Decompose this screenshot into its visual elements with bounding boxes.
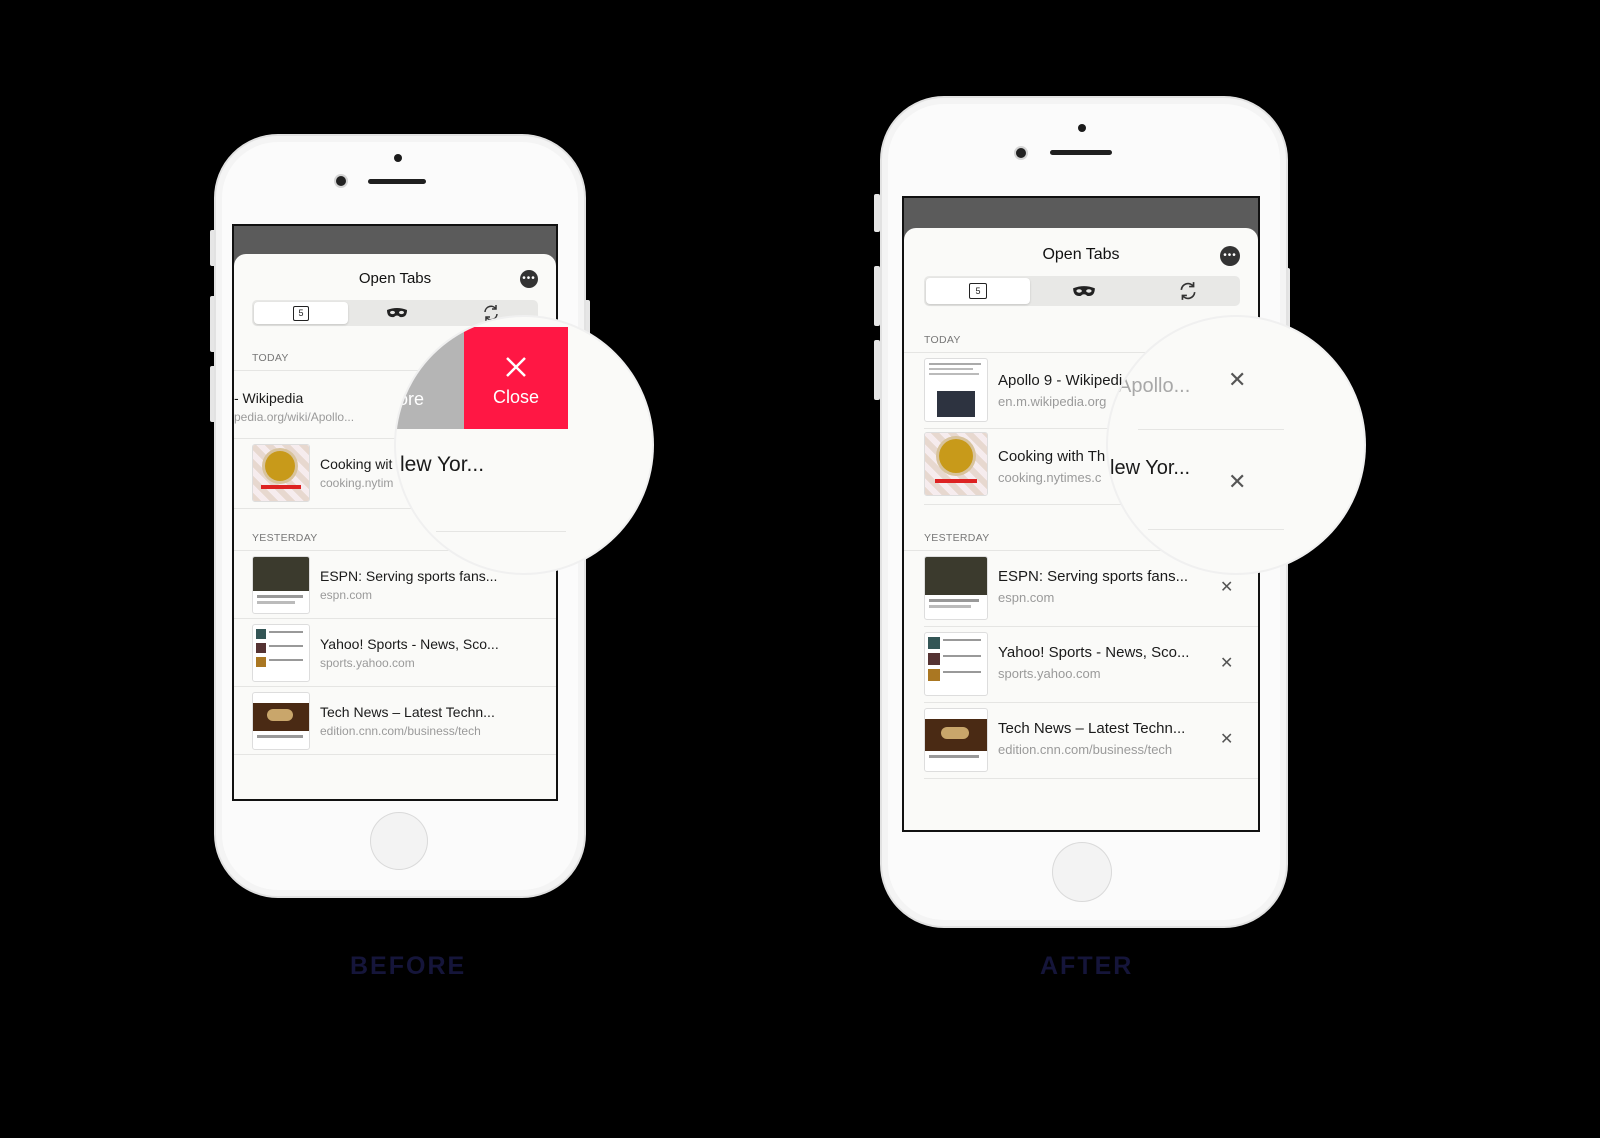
row-url: pedia.org/wiki/Apollo... <box>234 410 355 424</box>
tab-segmented-control: 5 <box>924 276 1240 306</box>
sports-thumb <box>252 556 310 614</box>
segment-synced-tabs[interactable] <box>1136 276 1240 306</box>
sheet-title: Open Tabs <box>1042 246 1120 263</box>
row-title: - Wikipedia <box>234 390 304 406</box>
more-swipe-action[interactable]: ore <box>396 327 464 429</box>
wikipedia-thumb <box>924 358 988 422</box>
section-today: TODAY <box>924 334 961 346</box>
magnifier-after: l/Apollo... ✕ lew Yor... ✕ <box>1108 317 1364 573</box>
close-tab-icon[interactable]: ✕ <box>1228 369 1246 391</box>
divider <box>1148 529 1284 530</box>
top-camera-dot <box>1078 124 1086 132</box>
divider <box>234 686 556 687</box>
row-url: cooking.nytim <box>320 476 394 490</box>
section-yesterday: YESTERDAY <box>924 532 990 544</box>
close-tab-icon[interactable]: ✕ <box>1220 580 1233 596</box>
row-url: edition.cnn.com/business/tech <box>320 724 481 738</box>
divider <box>924 702 1258 703</box>
more-label: ore <box>398 389 425 409</box>
tab-count-icon: 5 <box>969 283 987 299</box>
tab-row[interactable]: Tech News – Latest Techn... edition.cnn.… <box>924 706 1240 774</box>
front-camera <box>1016 148 1026 158</box>
magnified-row-title: lew Yor... <box>1110 457 1191 479</box>
row-title: Apollo 9 - Wikipedi <box>998 372 1123 389</box>
segment-open-tabs[interactable]: 5 <box>926 278 1030 304</box>
row-url: sports.yahoo.com <box>998 666 1101 681</box>
row-url: edition.cnn.com/business/tech <box>998 742 1173 757</box>
sports-thumb <box>924 556 988 620</box>
more-options-icon[interactable]: ••• <box>520 270 538 288</box>
row-url: sports.yahoo.com <box>320 656 415 670</box>
row-title: Cooking with Th <box>998 448 1106 465</box>
speaker-grille <box>1050 150 1112 155</box>
front-camera <box>336 176 346 186</box>
row-url: en.m.wikipedia.org <box>998 394 1107 409</box>
news-thumb <box>252 624 310 682</box>
food-thumb <box>252 444 310 502</box>
segment-open-tabs[interactable]: 5 <box>254 302 348 324</box>
food-thumb <box>924 432 988 496</box>
row-url: cooking.nytimes.c <box>998 470 1102 485</box>
magnified-row-url: l/Apollo... <box>1108 375 1191 397</box>
tab-count-icon: 5 <box>293 305 309 321</box>
tab-row[interactable]: Yahoo! Sports - News, Sco... sports.yaho… <box>252 622 542 682</box>
divider <box>924 626 1258 627</box>
row-title: ESPN: Serving sports fans... <box>320 568 498 584</box>
close-icon <box>506 357 526 377</box>
tech-thumb <box>924 708 988 772</box>
segment-private-tabs[interactable] <box>1032 276 1136 306</box>
divider <box>234 618 556 619</box>
section-today: TODAY <box>252 352 289 364</box>
caption-before: BEFORE <box>350 952 467 980</box>
row-url: espn.com <box>998 590 1055 605</box>
divider <box>1138 429 1284 430</box>
row-title: ESPN: Serving sports fans... <box>998 568 1189 585</box>
mask-icon <box>387 308 407 318</box>
tab-row[interactable]: Yahoo! Sports - News, Sco... sports.yaho… <box>924 630 1240 698</box>
top-camera-dot <box>394 154 402 162</box>
divider <box>436 531 566 532</box>
close-tab-icon[interactable]: ✕ <box>1228 471 1246 493</box>
sheet-title: Open Tabs <box>358 270 432 287</box>
row-title: Yahoo! Sports - News, Sco... <box>998 644 1190 661</box>
divider <box>924 778 1258 779</box>
mask-icon <box>1073 285 1095 296</box>
section-yesterday: YESTERDAY <box>252 532 318 544</box>
row-title: Yahoo! Sports - News, Sco... <box>320 636 499 652</box>
news-thumb <box>924 632 988 696</box>
sync-icon <box>1180 282 1196 300</box>
close-tab-icon[interactable]: ✕ <box>1220 656 1233 672</box>
home-button[interactable] <box>1052 842 1112 902</box>
row-title: Cooking wit <box>320 456 393 472</box>
segment-private-tabs[interactable] <box>350 300 444 326</box>
tab-row[interactable]: Tech News – Latest Techn... edition.cnn.… <box>252 690 542 750</box>
divider <box>234 754 556 755</box>
caption-after: AFTER <box>1040 952 1134 980</box>
tech-thumb <box>252 692 310 750</box>
magnifier-before: Close ore lew Yor... <box>396 317 652 573</box>
close-label: Close <box>492 387 540 407</box>
home-button[interactable] <box>370 812 428 870</box>
close-tab-icon[interactable]: ✕ <box>1220 732 1233 748</box>
speaker-grille <box>368 179 426 184</box>
row-url: espn.com <box>320 588 373 602</box>
close-swipe-action[interactable]: Close <box>464 327 568 429</box>
row-title: Tech News – Latest Techn... <box>998 720 1186 737</box>
more-dot-icon <box>406 367 416 377</box>
row-title: Tech News – Latest Techn... <box>320 704 495 720</box>
magnified-row-title: lew Yor... <box>400 453 485 476</box>
more-options-icon[interactable]: ••• <box>1220 246 1240 266</box>
